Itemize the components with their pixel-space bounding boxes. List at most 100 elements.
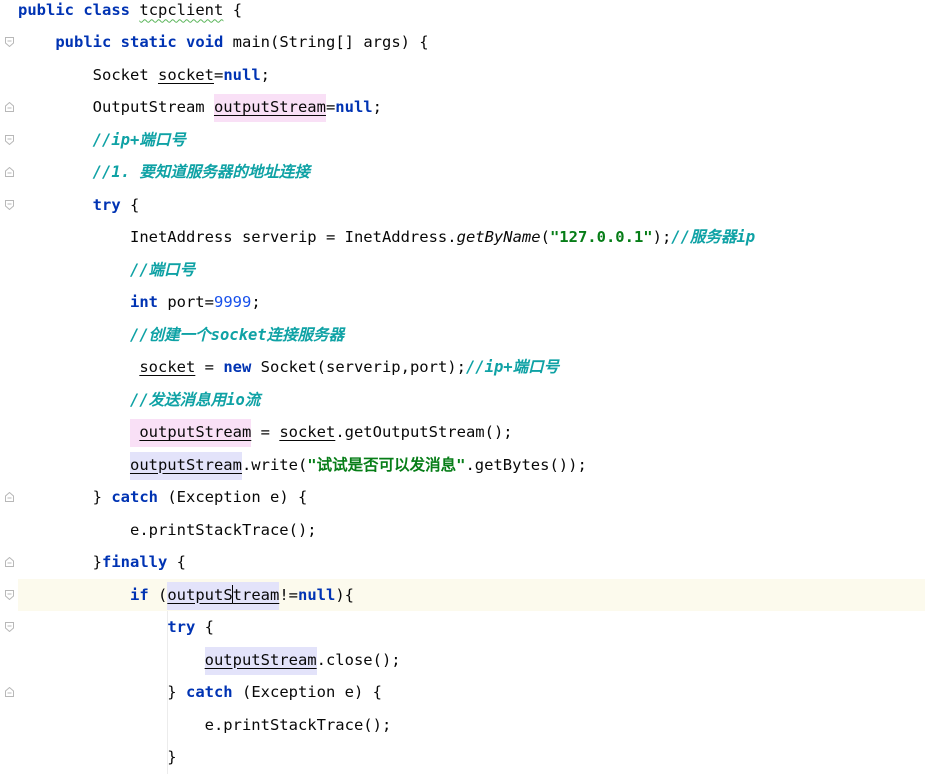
code-token: } <box>18 553 102 571</box>
code-token: //服务器ip <box>671 228 756 246</box>
code-token: try <box>167 618 196 636</box>
code-token: = <box>325 98 336 116</box>
fold-end-icon[interactable] <box>5 167 14 177</box>
code-token: null <box>298 585 336 604</box>
fold-end-icon[interactable] <box>5 492 14 502</box>
code-token: { <box>223 0 243 19</box>
code-line[interactable]: e.printStackTrace(); <box>18 709 925 742</box>
code-token: //ip+端口号 <box>92 130 186 149</box>
fold-open-icon[interactable] <box>5 134 14 145</box>
code-token: (Exception e) { <box>158 488 308 506</box>
code-line[interactable]: OutputStream outputStream=null; <box>18 91 925 124</box>
code-token: outputS <box>167 581 233 610</box>
code-token: //1. 要知道服务器的地址连接 <box>92 163 310 181</box>
code-line[interactable]: socket = new Socket(serverip,port);//ip+… <box>18 351 925 384</box>
code-line[interactable]: //端口号 <box>18 254 925 287</box>
code-line[interactable]: } catch (Exception e) { <box>18 481 925 514</box>
code-token: outputStream <box>129 451 242 480</box>
code-token: = <box>213 65 224 84</box>
code-line[interactable]: } <box>18 741 925 774</box>
code-token: ; <box>251 293 261 311</box>
fold-open-icon[interactable] <box>5 589 14 600</box>
code-line[interactable]: e.printStackTrace(); <box>18 514 925 547</box>
code-line[interactable]: outputStream.write("试试是否可以发消息".getBytes(… <box>18 449 925 482</box>
code-token: ( <box>148 585 168 604</box>
code-line[interactable]: //创建一个socket连接服务器 <box>18 319 925 352</box>
code-token: = <box>195 358 224 376</box>
fold-open-icon[interactable] <box>5 199 14 210</box>
code-token: (Exception e) { <box>232 683 382 701</box>
code-token: { <box>167 553 186 571</box>
code-token: catch <box>111 488 158 506</box>
code-token: ); <box>652 228 672 246</box>
code-token: class <box>83 0 131 19</box>
code-token: 9999 <box>213 293 252 311</box>
code-token: } <box>18 488 112 506</box>
code-token: socket <box>139 358 196 376</box>
fold-end-icon[interactable] <box>5 557 14 567</box>
code-token: //创建一个socket连接服务器 <box>129 325 345 344</box>
code-token: tream <box>232 581 280 610</box>
code-line[interactable]: int port=9999; <box>18 286 925 319</box>
code-line[interactable]: if (outputStream!=null){ <box>18 578 925 611</box>
code-token: outputStream <box>139 419 252 447</box>
code-line[interactable]: try { <box>18 611 925 644</box>
code-line[interactable]: //发送消息用io流 <box>18 384 925 417</box>
code-line[interactable]: //ip+端口号 <box>18 124 925 157</box>
code-token: ; <box>372 98 382 116</box>
code-line[interactable]: } catch (Exception e) { <box>18 676 925 709</box>
code-token: .getBytes()); <box>465 455 587 474</box>
code-token: socket <box>157 65 214 84</box>
code-token: OutputStream <box>18 98 214 116</box>
code-token: Socket <box>18 65 158 84</box>
code-line[interactable]: try { <box>18 189 925 222</box>
fold-end-icon[interactable] <box>5 102 14 112</box>
editor-gutter <box>0 0 18 755</box>
fold-open-icon[interactable] <box>5 37 14 47</box>
code-token: outputStream <box>204 646 317 675</box>
code-token: getByName <box>456 228 541 246</box>
code-line[interactable]: }finally { <box>18 546 925 579</box>
code-line[interactable]: InetAddress serverip = InetAddress.getBy… <box>18 221 925 254</box>
code-token: e.printStackTrace(); <box>18 520 317 539</box>
code-token: port= <box>157 293 214 311</box>
code-token: } <box>18 748 177 766</box>
code-token: null <box>223 65 261 84</box>
code-token: //ip+端口号 <box>465 358 560 376</box>
code-token: ; <box>260 65 270 84</box>
code-token: int <box>129 293 158 311</box>
code-editor[interactable]: public class tcpclient { public static v… <box>0 0 925 774</box>
code-token: ( <box>540 228 550 246</box>
code-token: .close(); <box>316 650 401 669</box>
code-token: public <box>18 0 74 19</box>
code-line[interactable]: //1. 要知道服务器的地址连接 <box>18 156 925 189</box>
code-line[interactable]: outputStream = socket.getOutputStream(); <box>18 416 925 449</box>
code-token: public <box>55 33 112 51</box>
code-line[interactable]: outputStream.close(); <box>18 644 925 677</box>
code-token: static <box>120 33 177 51</box>
code-line[interactable]: public class tcpclient { <box>18 0 925 26</box>
code-line[interactable]: Socket socket=null; <box>18 59 925 92</box>
code-token: if <box>129 585 149 604</box>
code-token: //发送消息用io流 <box>129 390 261 409</box>
code-token: tcpclient <box>139 0 224 19</box>
code-token: socket <box>279 423 336 441</box>
code-token: { <box>195 618 214 636</box>
code-token: Socket(serverip,port); <box>251 358 466 376</box>
code-line[interactable]: public static void main(String[] args) { <box>18 26 925 59</box>
fold-end-icon[interactable] <box>5 687 14 697</box>
code-token: main(String[] args) { <box>223 33 429 51</box>
fold-open-icon[interactable] <box>5 622 14 632</box>
code-area[interactable]: public class tcpclient { public static v… <box>18 0 925 774</box>
